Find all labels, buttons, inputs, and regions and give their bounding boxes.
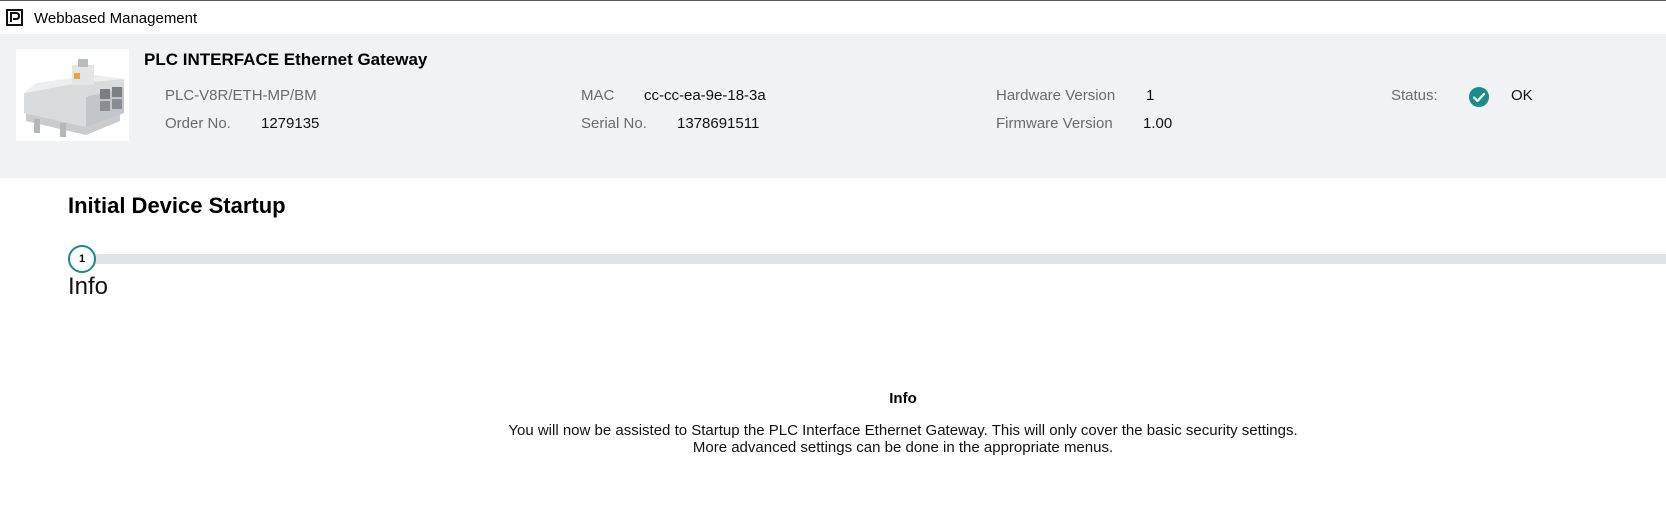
device-image bbox=[16, 49, 129, 141]
mac-value: cc-cc-ea-9e-18-3a bbox=[644, 87, 766, 104]
mac-label: MAC bbox=[581, 87, 615, 104]
serial-number-value: 1378691511 bbox=[677, 115, 760, 132]
hardware-version-label: Hardware Version bbox=[996, 87, 1116, 104]
stepper-track bbox=[94, 254, 1666, 264]
order-number-value: 1279135 bbox=[261, 115, 320, 132]
info-text-line-1: You will now be assisted to Startup the … bbox=[508, 422, 1298, 439]
order-number-label: Order No. bbox=[165, 115, 231, 132]
check-circle-icon bbox=[1469, 87, 1489, 107]
device-model: PLC-V8R/ETH-MP/BM bbox=[165, 87, 317, 104]
firmware-version-label: Firmware Version bbox=[996, 115, 1113, 132]
hardware-version-value: 1 bbox=[1146, 87, 1155, 104]
window-titlebar: Webbased Management bbox=[0, 0, 1666, 34]
phoenix-logo-icon bbox=[6, 9, 23, 26]
status-label: Status: bbox=[1391, 87, 1438, 104]
firmware-version-value: 1.00 bbox=[1143, 115, 1173, 132]
device-name: PLC INTERFACE Ethernet Gateway bbox=[144, 50, 428, 69]
info-text-line-2: More advanced settings can be done in th… bbox=[692, 439, 1114, 456]
step-1-indicator[interactable]: 1 bbox=[68, 245, 96, 273]
window-title: Webbased Management bbox=[34, 10, 198, 27]
info-heading: Info bbox=[889, 390, 917, 407]
serial-number-label: Serial No. bbox=[581, 115, 647, 132]
page-title: Initial Device Startup bbox=[68, 193, 286, 218]
device-header: PLC INTERFACE Ethernet Gateway PLC-V8R/E… bbox=[0, 34, 1666, 178]
status-value: OK bbox=[1511, 87, 1533, 104]
step-1-label: Info bbox=[68, 273, 109, 300]
